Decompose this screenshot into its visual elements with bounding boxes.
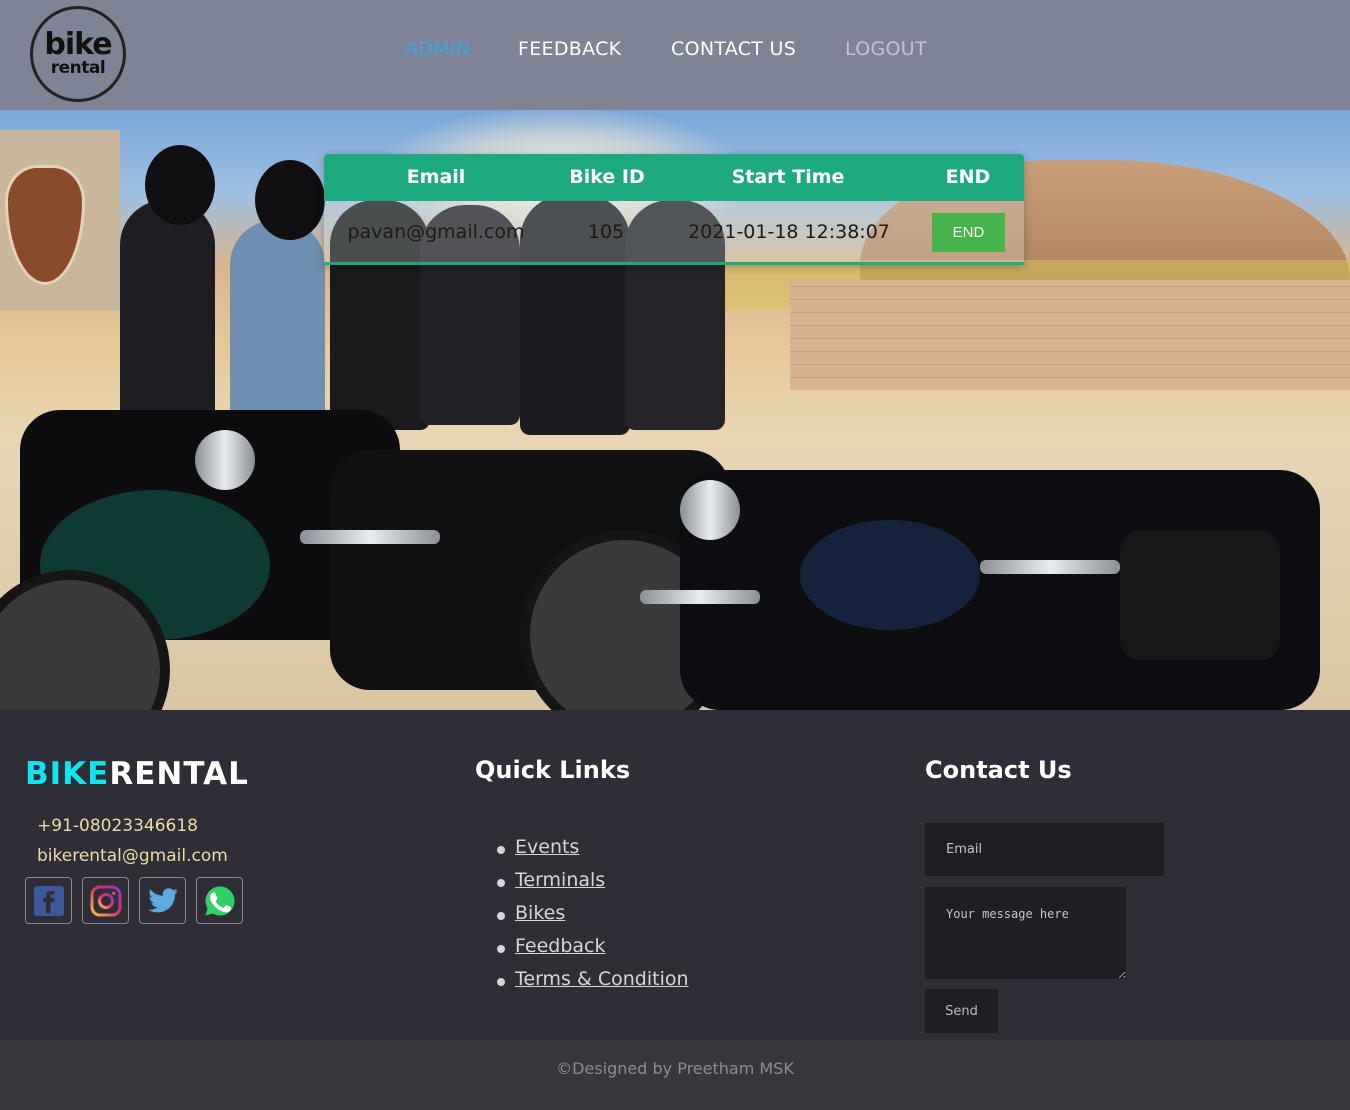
cell-bike-id: 105 [587,221,625,243]
link-terminals[interactable]: Terminals [515,869,605,891]
send-button[interactable]: Send [925,989,998,1033]
link-events[interactable]: Events [515,836,579,858]
nav-feedback[interactable]: FEEDBACK [518,38,621,60]
brand-bike: BIKE [25,756,110,792]
link-feedback[interactable]: Feedback [515,935,605,957]
table-header-row: Email Bike ID Start Time END [324,154,1024,201]
brand-rental: RENTAL [109,756,249,792]
cell-email: pavan@gmail.com [347,221,525,243]
table-row: pavan@gmail.com 105 2021-01-18 12:38:07 … [324,201,1024,265]
link-bikes[interactable]: Bikes [515,902,565,924]
list-item: Terms & Condition [497,968,689,1001]
nav-contact-us[interactable]: CONTACT US [671,38,796,60]
stone-wall [790,280,1350,390]
chrome-pipe [640,590,760,604]
email-field[interactable] [925,823,1164,876]
contact-us-title: Contact Us [925,756,1072,784]
copyright-text: ©Designed by Preetham MSK [556,1059,794,1078]
header-bike-id: Bike ID [569,166,645,188]
cell-start-time: 2021-01-18 12:38:07 [688,221,890,243]
whatsapp-icon[interactable] [196,877,243,924]
headlight [195,430,255,490]
footer-brand: BIKERENTAL [25,756,249,792]
message-textarea[interactable] [925,887,1126,979]
end-rental-button[interactable]: END [932,213,1005,252]
header-start-time: Start Time [731,166,845,188]
top-header: bike rental ADMIN FEEDBACK CONTACT US LO… [0,0,1350,110]
saddlebag [1120,530,1280,660]
headlight [680,480,740,540]
list-item: Feedback [497,935,689,968]
twitter-icon[interactable] [139,877,186,924]
chrome-pipe [980,560,1120,574]
facebook-icon[interactable] [25,877,72,924]
nav-logout[interactable]: LOGOUT [845,38,927,60]
quick-links-title: Quick Links [475,756,631,784]
copyright-bar: ©Designed by Preetham MSK [0,1040,1350,1110]
footer-phone: +91-08023346618 [37,816,198,836]
header-email: Email [406,166,466,188]
rider-helmet [255,160,325,240]
header-end: END [945,166,991,188]
quick-links-list: Events Terminals Bikes Feedback Terms & … [497,836,689,1001]
active-rentals-table: Email Bike ID Start Time END pavan@gmail… [324,154,1024,265]
motorcycle-tank [800,520,980,630]
list-item: Bikes [497,902,689,935]
nav-admin[interactable]: ADMIN [405,38,470,60]
list-item: Terminals [497,869,689,902]
rider-figure [120,200,215,430]
rider-helmet [145,145,215,225]
instagram-icon[interactable] [82,877,129,924]
link-terms[interactable]: Terms & Condition [515,968,689,990]
main-nav: ADMIN FEEDBACK CONTACT US LOGOUT [0,38,1350,66]
site-footer: BIKERENTAL +91-08023346618 bikerental@gm… [0,710,1350,1040]
footer-email: bikerental@gmail.com [37,846,228,866]
chrome-pipe [300,530,440,544]
list-item: Events [497,836,689,869]
